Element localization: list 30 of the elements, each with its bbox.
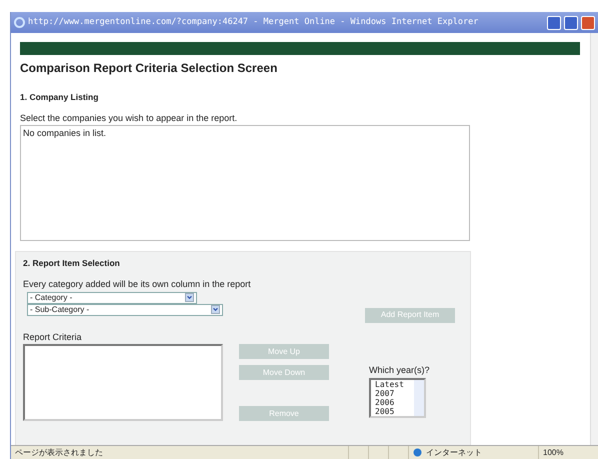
- year-option[interactable]: 2005: [371, 406, 414, 416]
- zone-text: インターネット: [426, 446, 482, 458]
- restore-button[interactable]: [564, 16, 578, 30]
- year-option[interactable]: Latest: [371, 380, 414, 388]
- close-button[interactable]: [581, 16, 595, 30]
- page-heading: Comparison Report Criteria Selection Screen: [20, 60, 278, 77]
- globe-icon: [413, 448, 422, 457]
- field-label: Which year(s)?: [369, 364, 430, 377]
- section-title: 2. Report Item Selection: [23, 257, 121, 270]
- dropdown-arrow-icon: [211, 305, 220, 314]
- instruction-text: Select the companies you wish to appear in the report.: [20, 112, 238, 125]
- report-criteria-list[interactable]: [23, 344, 223, 421]
- sub-category-dropdown[interactable]: - Sub-Category -: [27, 304, 223, 316]
- category-dropdown[interactable]: - Category -: [27, 292, 197, 304]
- field-label: Report Criteria: [23, 330, 83, 344]
- minimize-button[interactable]: [547, 16, 561, 30]
- empty-list-text: No companies in list.: [23, 128, 106, 138]
- scrollbar[interactable]: [590, 33, 598, 445]
- scrollbar[interactable]: [414, 380, 424, 416]
- year-option[interactable]: 2006: [371, 398, 414, 406]
- year-list[interactable]: Latest 2007 2006 2005: [369, 378, 426, 418]
- window-title: http://www.mergentonline.com/?company:46247 - Mergent Online - Windows Internet Explorer: [28, 16, 480, 29]
- section-title: 1. Company Listing: [20, 91, 100, 104]
- company-list[interactable]: No companies in list.: [20, 125, 470, 242]
- dropdown-arrow-icon: [185, 293, 194, 302]
- year-option[interactable]: 2007: [371, 388, 414, 398]
- browser-icon: [14, 17, 25, 28]
- zoom-level[interactable]: 100%: [543, 446, 564, 458]
- status-text: ページが表示されました: [14, 446, 104, 458]
- instruction-text: Every category added will be its own column in the report: [23, 278, 252, 291]
